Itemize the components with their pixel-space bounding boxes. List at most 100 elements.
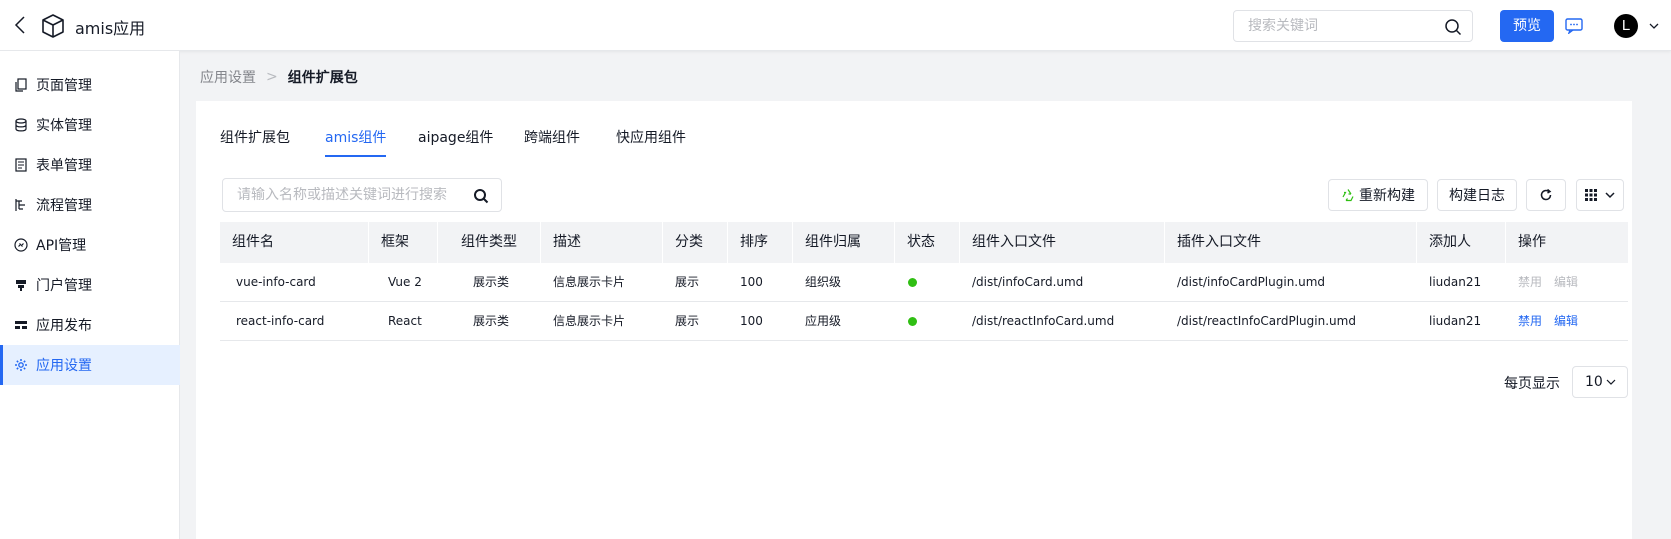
cell-order: 100 bbox=[740, 314, 763, 328]
per-page-label: 每页显示 bbox=[1504, 376, 1560, 392]
tab-cross-platform-components[interactable]: 跨端组件 bbox=[524, 127, 580, 157]
edit-action[interactable]: 编辑 bbox=[1554, 302, 1578, 341]
sidebar-item-api[interactable]: API管理 bbox=[0, 225, 180, 265]
message-icon[interactable] bbox=[1565, 18, 1583, 34]
sidebar-item-label: 页面管理 bbox=[36, 78, 92, 94]
column-header: 组件名 bbox=[220, 222, 369, 263]
cell-name: react-info-card bbox=[236, 314, 325, 328]
app-title: amis应用 bbox=[75, 19, 146, 38]
cell-owner: 组织级 bbox=[805, 275, 842, 289]
sidebar-item-portal[interactable]: 门户管理 bbox=[0, 265, 180, 305]
sidebar-item-entities[interactable]: 实体管理 bbox=[0, 105, 180, 145]
per-page-value: 10 bbox=[1585, 374, 1603, 390]
cell-desc: 信息展示卡片 bbox=[553, 314, 626, 328]
chevron-down-icon bbox=[1605, 192, 1615, 199]
cell-entry-file: /dist/infoCard.umd bbox=[972, 275, 1084, 289]
column-header: 组件类型 bbox=[438, 222, 541, 263]
status-dot bbox=[908, 317, 917, 326]
sidebar-item-label: 实体管理 bbox=[36, 118, 92, 134]
sidebar-item-publish[interactable]: 应用发布 bbox=[0, 305, 180, 345]
column-toggle-button[interactable] bbox=[1576, 179, 1624, 211]
recycle-icon bbox=[1342, 189, 1354, 202]
build-log-button[interactable]: 构建日志 bbox=[1437, 179, 1517, 211]
sidebar-item-label: 门户管理 bbox=[36, 278, 92, 294]
edit-action[interactable]: 编辑 bbox=[1554, 263, 1578, 302]
table-header: 组件名 框架 组件类型 描述 分类 排序 组件归属 状态 组件入口文件 插件入口… bbox=[220, 222, 1628, 263]
page-copy-icon bbox=[15, 78, 27, 92]
column-header: 操作 bbox=[1518, 234, 1546, 250]
portal-icon bbox=[16, 280, 26, 291]
component-search[interactable] bbox=[222, 178, 502, 212]
gear-icon bbox=[15, 359, 27, 371]
grid-icon bbox=[1585, 189, 1597, 201]
main-panel: 组件扩展包 amis组件 aipage组件 跨端组件 快应用组件 重新构建 构建… bbox=[196, 101, 1632, 539]
search-icon[interactable] bbox=[473, 188, 489, 204]
tab-quick-app-components[interactable]: 快应用组件 bbox=[616, 127, 686, 157]
cell-type: 展示类 bbox=[473, 275, 510, 289]
table-row: react-info-card React 展示类 信息展示卡片 展示 100 … bbox=[220, 302, 1628, 341]
cell-framework: Vue 2 bbox=[388, 275, 422, 289]
breadcrumb-separator: > bbox=[266, 69, 278, 85]
column-header: 分类 bbox=[663, 222, 728, 263]
top-header: amis应用 预览 L bbox=[0, 0, 1671, 51]
sidebar-item-pages[interactable]: 页面管理 bbox=[0, 65, 180, 105]
cell-creator: liudan21 bbox=[1429, 314, 1482, 328]
cell-creator: liudan21 bbox=[1429, 275, 1482, 289]
cell-category: 展示 bbox=[675, 314, 700, 328]
chevron-down-icon bbox=[1606, 379, 1616, 385]
back-arrow-icon[interactable] bbox=[10, 14, 32, 36]
breadcrumb-parent[interactable]: 应用设置 bbox=[200, 67, 256, 87]
component-search-input[interactable] bbox=[237, 187, 467, 203]
cube-logo-icon bbox=[42, 14, 64, 38]
tab-aipage-components[interactable]: aipage组件 bbox=[418, 127, 493, 157]
sidebar-item-label: API管理 bbox=[36, 238, 87, 254]
sidebar-item-label: 表单管理 bbox=[36, 158, 92, 174]
sidebar: 页面管理 实体管理 表单管理 流程管理 API管理 门户管理 应用发布 应用设置 bbox=[0, 51, 180, 539]
database-icon bbox=[15, 118, 27, 132]
sidebar-item-settings[interactable]: 应用设置 bbox=[0, 345, 180, 385]
cell-plugin-entry-file: /dist/infoCardPlugin.umd bbox=[1177, 275, 1326, 289]
api-icon bbox=[14, 238, 28, 252]
rebuild-button[interactable]: 重新构建 bbox=[1328, 179, 1428, 211]
rebuild-label: 重新构建 bbox=[1359, 188, 1415, 204]
tab-amis-components[interactable]: amis组件 bbox=[325, 127, 387, 157]
column-header: 排序 bbox=[728, 222, 793, 263]
per-page-select[interactable]: 10 bbox=[1572, 366, 1628, 398]
cell-name: vue-info-card bbox=[236, 275, 316, 289]
cell-entry-file: /dist/reactInfoCard.umd bbox=[972, 314, 1115, 328]
chevron-down-icon[interactable] bbox=[1648, 20, 1660, 32]
preview-button[interactable]: 预览 bbox=[1500, 10, 1554, 42]
cell-order: 100 bbox=[740, 275, 763, 289]
column-header: 组件归属 bbox=[793, 222, 895, 263]
breadcrumb-current: 组件扩展包 bbox=[287, 70, 358, 86]
publish-icon bbox=[15, 321, 27, 329]
column-header: 插件入口文件 bbox=[1165, 222, 1417, 263]
column-header: 状态 bbox=[895, 222, 960, 263]
breadcrumb: 应用设置 > 组件扩展包 bbox=[200, 67, 358, 87]
sidebar-item-label: 应用发布 bbox=[36, 318, 92, 334]
cell-plugin-entry-file: /dist/reactInfoCardPlugin.umd bbox=[1177, 314, 1356, 328]
refresh-icon bbox=[1540, 188, 1552, 201]
cell-category: 展示 bbox=[675, 275, 700, 289]
disable-action[interactable]: 禁用 bbox=[1518, 302, 1542, 341]
column-header: 添加人 bbox=[1417, 222, 1506, 263]
column-header: 框架 bbox=[369, 222, 438, 263]
column-header: 描述 bbox=[541, 222, 663, 263]
user-avatar[interactable]: L bbox=[1614, 14, 1638, 38]
search-icon[interactable] bbox=[1444, 18, 1462, 36]
disable-action[interactable]: 禁用 bbox=[1518, 263, 1542, 302]
global-search[interactable] bbox=[1233, 10, 1473, 42]
sidebar-item-label: 流程管理 bbox=[36, 198, 92, 214]
cell-owner: 应用级 bbox=[805, 314, 842, 328]
sidebar-item-label: 应用设置 bbox=[36, 358, 92, 374]
sidebar-item-forms[interactable]: 表单管理 bbox=[0, 145, 180, 185]
global-search-input[interactable] bbox=[1248, 18, 1438, 34]
refresh-button[interactable] bbox=[1526, 179, 1566, 211]
build-log-label: 构建日志 bbox=[1449, 188, 1505, 204]
status-dot bbox=[908, 278, 917, 287]
sidebar-item-flows[interactable]: 流程管理 bbox=[0, 185, 180, 225]
flow-icon bbox=[15, 199, 25, 211]
cell-type: 展示类 bbox=[473, 314, 510, 328]
tab-extension-package[interactable]: 组件扩展包 bbox=[220, 127, 290, 157]
column-header: 组件入口文件 bbox=[960, 222, 1165, 263]
